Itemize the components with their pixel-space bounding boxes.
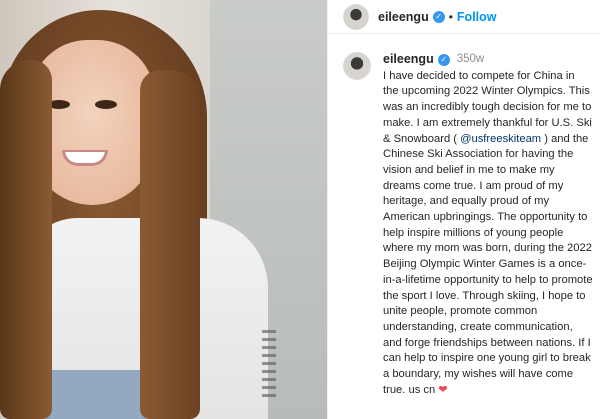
post-photo[interactable] [0, 0, 327, 419]
caption-meta: eileengu ✓ 350w [383, 52, 593, 68]
separator-dot: • [448, 9, 453, 24]
post-side-panel: eileengu ✓ • Follow eileengu ✓ 350w I ha… [327, 0, 600, 419]
caption-body: eileengu ✓ 350w I have decided to compet… [383, 52, 593, 398]
photo-eye-right [95, 100, 117, 109]
caption-text-part2: ) and the Chinese Ski Association for ha… [383, 132, 593, 396]
verified-badge-icon: ✓ [437, 53, 450, 66]
caption-mention-link[interactable]: @usfreeskiteam [460, 133, 541, 145]
photo-sleeve-print [262, 330, 276, 400]
verified-badge-icon: ✓ [432, 10, 445, 23]
follow-button[interactable]: Follow [457, 10, 497, 24]
post-header: eileengu ✓ • Follow [328, 0, 600, 34]
photo-hair-right [140, 70, 200, 419]
caption-username[interactable]: eileengu [383, 52, 434, 68]
post-timestamp[interactable]: 350w [457, 52, 485, 68]
post-caption: eileengu ✓ 350w I have decided to compet… [343, 52, 593, 398]
header-username[interactable]: eileengu [378, 10, 429, 24]
photo-hair-left [0, 60, 52, 419]
avatar[interactable] [343, 3, 369, 30]
caption-avatar[interactable] [343, 52, 371, 80]
heart-emoji-icon: ❤ [438, 383, 448, 396]
